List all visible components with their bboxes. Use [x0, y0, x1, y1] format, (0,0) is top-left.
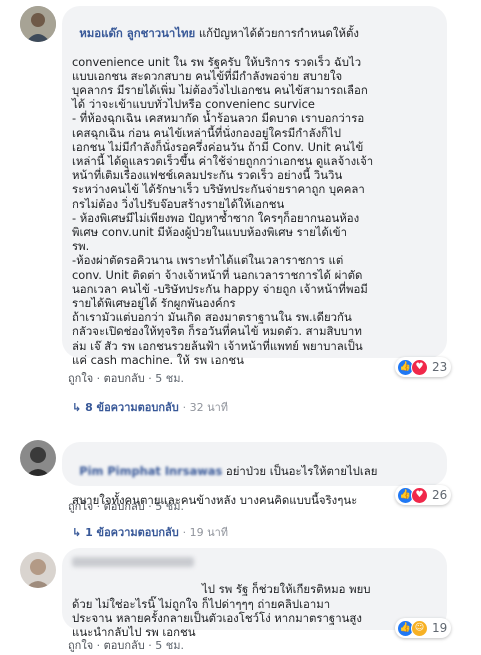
replies-count: 1 ข้อความตอบกลับ	[85, 526, 179, 539]
comment-line: convenience unit ใน รพ รัฐครับ ให้บริการ…	[72, 54, 362, 69]
comment-author[interactable]: หมอแด๊ก ลูกชาวนาไทย	[79, 26, 195, 40]
avatar-photo-icon	[20, 552, 56, 588]
comment-actions: ถูกใจ · ตอบกลับ · 5 ชม.	[68, 500, 184, 513]
comment-text: หมอแด๊ก ลูกชาวนาไทย แก้ปัญหาได้ด้วยการกำ…	[72, 12, 373, 381]
comment-time: 5 ชม.	[155, 372, 184, 385]
love-icon: ♥	[411, 486, 428, 504]
comment-body: ไป รพ รัฐ ก็ช่วยให้เกียรติหมอ พยบ ด้วย ไม…	[72, 582, 371, 639]
comment-line: ระหว่างคนไข้ ได้รักษาเร็ว บริษัทประกันจ่…	[72, 182, 365, 197]
comment-actions: ถูกใจ · ตอบกลับ · 5 ชม.	[68, 639, 184, 652]
like-button[interactable]: ถูกใจ	[68, 500, 93, 513]
comment-line: conv. Unit ติดต่า จ้างเจ้าหน้าที่ นอกเวล…	[72, 267, 363, 282]
reply-arrow-icon: ↳	[72, 526, 82, 539]
replies-count: 8 ข้อความตอบกลับ	[85, 401, 179, 414]
comment-line: -ห้องผ่าตัดรอคิวนาน เพราะทำได้แต่ในเวลาร…	[72, 253, 344, 268]
comment-line: ล่ม เจ๊ สัว รพ เอกชนรวยล้นฟ้า เจ้าหน้าที…	[72, 338, 363, 353]
like-button[interactable]: ถูกใจ	[68, 372, 93, 385]
reaction-count[interactable]: 👍 ☺ 19	[395, 618, 452, 638]
comment-line: รพ.	[72, 239, 90, 254]
avatar[interactable]	[20, 6, 56, 42]
comment-line: พิเศษ conv.unit มีห้องผู้ป่วยในแบบห้องพิ…	[72, 225, 347, 240]
reply-button[interactable]: ตอบกลับ	[104, 639, 145, 652]
comment-line: หน้าที่เติมเรื่องแฟชช์เคลมประกัน รวดเร็ว…	[72, 168, 343, 183]
comment-body: convenience unit ใน รพ รัฐครับ ให้บริการ…	[72, 55, 373, 367]
comment-body-first-line: แก้ปัญหาได้ด้วยการกำหนดให้ตั้ง	[195, 26, 359, 41]
reaction-number: 26	[432, 488, 448, 502]
comment-actions: ถูกใจ · ตอบกลับ · 5 ชม.	[68, 372, 184, 385]
haha-icon: ☺	[411, 619, 428, 637]
comment-line: แบบเอกชน สะดวกสบาย คนไข้ที่มีกำลังพอจ่าย…	[72, 68, 343, 83]
comment-line: นอกเวลา คนไข้ -บริษัทประกัน happy จ่ายถู…	[72, 281, 368, 296]
reaction-number: 23	[432, 360, 448, 374]
comment-line: ไป รพ รัฐ ก็ช่วยให้เกียรติหมอ พยบ	[202, 582, 371, 597]
comment-line: เคสฉุกเฉิน ก่อน คนไข้เหล่านี้ที่นั่งกองอ…	[72, 125, 341, 140]
comment-body-first-line: อย่าป่วย เป็นอะไรให้ตายไปเลย	[222, 464, 378, 479]
comment-time: 5 ชม.	[155, 500, 184, 513]
love-icon: ♥	[411, 358, 428, 376]
reply-button[interactable]: ตอบกลับ	[104, 372, 145, 385]
comment-time: 5 ชม.	[155, 639, 184, 652]
avatar[interactable]	[20, 552, 56, 588]
comment-line: กลัวจะเปิดช่องให้ทุจริต ก็รอวันที่คนไข้ …	[72, 324, 362, 339]
reply-arrow-icon: ↳	[72, 401, 82, 414]
avatar-photo-icon	[20, 440, 56, 476]
reaction-count[interactable]: 👍 ♥ 26	[395, 485, 452, 505]
comment-line: เหล่านี้ ได้ดูแลรวดเร็วขึ้น ค่าใช้จ่ายถู…	[72, 154, 374, 169]
replies-time: 19 นาที	[189, 526, 229, 539]
avatar-photo-icon	[20, 6, 56, 42]
replies-time: 32 นาที	[189, 401, 229, 414]
comment-line: - ห้องพิเศษมีไม่เพียงพอ ปัญหาซ้ำซาก ใครๆ…	[72, 210, 360, 225]
comment-line: แค่ cash machine. ให้ รพ เอกชน	[72, 352, 244, 367]
view-replies-link[interactable]: ↳ 8 ข้อความตอบกลับ · 32 นาที	[72, 398, 228, 416]
comment-line: รายได้พิเศษอยู่ได้ รักผูกพันองค์กร	[72, 296, 236, 311]
comment-line: - ที่ห้องฉุกเฉิน เคสหมากัด น้ำร้อนลวก มี…	[72, 111, 365, 126]
like-button[interactable]: ถูกใจ	[68, 639, 93, 652]
reply-button[interactable]: ตอบกลับ	[104, 500, 145, 513]
reaction-count[interactable]: 👍 ♥ 23	[395, 357, 452, 377]
avatar[interactable]	[20, 440, 56, 476]
comment-line: ถ้าเรามัวแต่บอกว่า มันเกิด สองมาตราฐานใน…	[72, 310, 352, 325]
comment-author[interactable]: Pim Pimphat Inrsawas	[79, 464, 222, 478]
reaction-number: 19	[432, 621, 448, 635]
comment-line: กรไม่ต้อง วิ่งไปรับจ๊อบสร้างรายได้ให้เอก…	[72, 196, 285, 211]
comment-line: ได้ ว่าจะเข้าแบบทั่วไปหรือ convenienc su…	[72, 97, 315, 112]
comment-line: ด้วย ไม่ใช่อะไรนิ๊ ไม่ถูกใจ ก็ไปด่าๆๆๆ ถ…	[72, 596, 331, 611]
comment-line: เอกชน ไม่มีกำลังก็นั่งรอครึ่งค่อนวัน ถ้า…	[72, 139, 364, 154]
comment-line: บุคลากร มีรายได้เพิ่ม ไม่ต้องวิ่งไปเอกชน…	[72, 83, 368, 98]
view-replies-link[interactable]: ↳ 1 ข้อความตอบกลับ · 19 นาที	[72, 523, 228, 541]
comment-line: ประจาน หลายครั้งกลายเป็นตัวเองโชว์โง่ หา…	[72, 610, 362, 625]
